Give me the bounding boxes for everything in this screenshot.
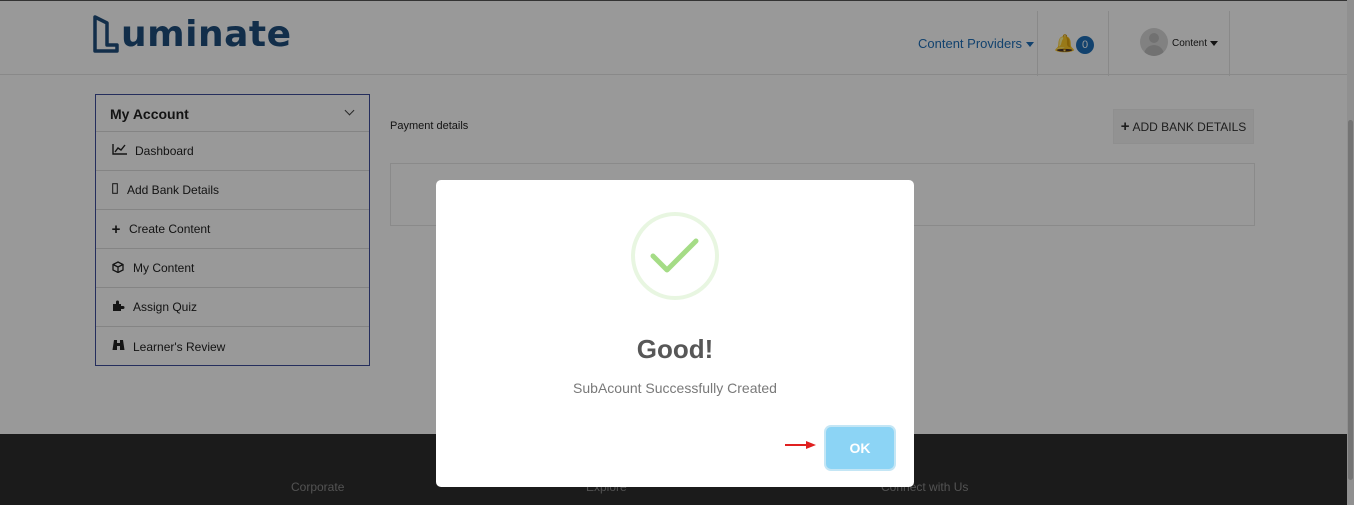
- success-check-icon: [631, 212, 719, 300]
- arrow-right-icon: [785, 441, 816, 449]
- dialog-title: Good!: [636, 334, 714, 364]
- ok-button[interactable]: OK: [826, 427, 894, 469]
- success-dialog: Good! SubAcount Successfully Created OK: [436, 180, 914, 487]
- dialog-message: SubAcount Successfully Created: [573, 380, 777, 396]
